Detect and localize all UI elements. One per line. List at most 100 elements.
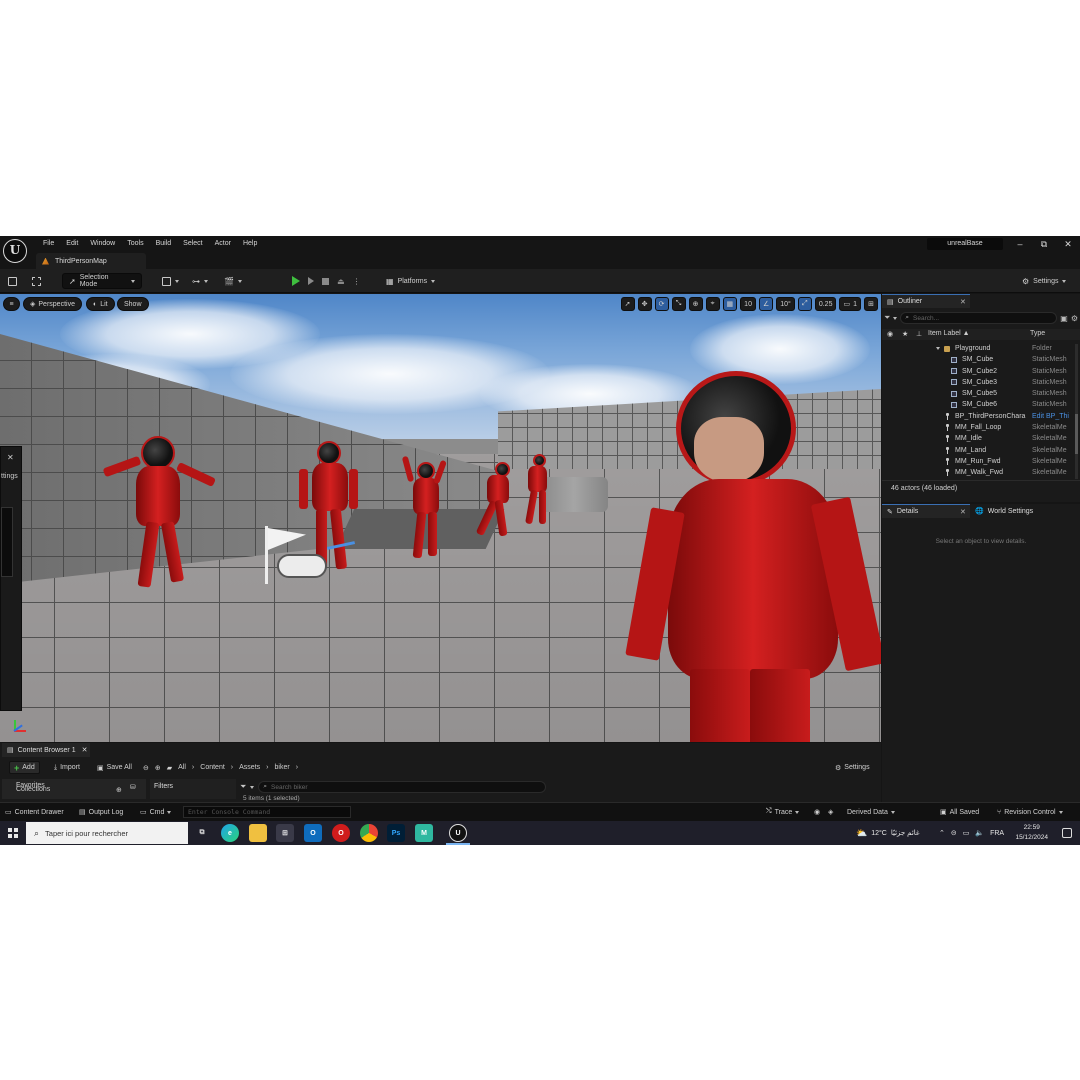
breadcrumb-assets[interactable]: Assets xyxy=(239,764,260,771)
outliner-row-skeletal[interactable]: MM_Run_Fwd SkeletalMe xyxy=(882,456,1080,467)
eject-icon[interactable]: ⏏ xyxy=(337,277,345,286)
star-icon[interactable]: ★ xyxy=(902,330,908,338)
show-button[interactable]: Show xyxy=(117,297,149,311)
minimize-button[interactable]: – xyxy=(1008,237,1032,251)
task-view-icon[interactable]: ⧉ xyxy=(193,824,211,842)
select-tool-icon[interactable]: ➚ xyxy=(620,297,635,311)
grid-snap-value[interactable]: 10 xyxy=(740,297,756,311)
breadcrumb-all[interactable]: All xyxy=(178,764,186,771)
move-tool-icon[interactable]: ✥ xyxy=(637,297,652,311)
opera-icon[interactable]: O xyxy=(332,824,350,842)
derived-data-dropdown[interactable]: Derived Data xyxy=(847,805,895,819)
tab-world-settings[interactable]: 🌐 World Settings xyxy=(970,504,1080,518)
display-icon[interactable]: ▭ xyxy=(963,829,970,837)
biker-character-selected[interactable] xyxy=(625,369,881,742)
language-indicator[interactable]: FRA xyxy=(990,830,1004,837)
outliner-row-mesh[interactable]: SM_Cube StaticMesh xyxy=(882,354,1080,365)
output-log-button[interactable]: ▤ Output Log xyxy=(79,805,123,819)
outliner-row-mesh[interactable]: SM_Cube5 StaticMesh xyxy=(882,388,1080,399)
add-button[interactable]: + Add xyxy=(9,761,40,774)
play-button[interactable] xyxy=(292,276,300,286)
visibility-icon[interactable]: ◉ xyxy=(887,330,893,338)
console-command-input[interactable]: Enter Console Command xyxy=(183,806,351,818)
outliner-row-skeletal[interactable]: MM_Land SkeletalMe xyxy=(882,445,1080,456)
chevron-down-icon[interactable] xyxy=(250,785,255,789)
advance-frame-button[interactable] xyxy=(308,277,314,285)
back-icon[interactable]: ⊖ xyxy=(143,764,149,772)
collections-label[interactable]: Collections xyxy=(16,786,50,793)
menu-actor[interactable]: Actor xyxy=(209,238,237,250)
close-icon[interactable]: ✕ xyxy=(960,298,966,306)
content-settings-button[interactable]: ⚙ Settings xyxy=(831,761,874,774)
add-content-button[interactable] xyxy=(162,273,179,289)
add-collection-icon[interactable]: ⊕ xyxy=(116,786,122,794)
tab-outliner[interactable]: ▤ Outliner ✕ xyxy=(882,294,970,308)
browse-level-button[interactable] xyxy=(32,273,41,289)
taskbar-search-input[interactable]: ⌕ Taper ici pour rechercher xyxy=(26,822,188,844)
network-icon[interactable]: ⊝ xyxy=(951,829,957,837)
biker-character-4[interactable] xyxy=(475,460,515,540)
chevron-down-icon[interactable] xyxy=(893,316,898,320)
collections-settings-icon[interactable]: ⛁ xyxy=(130,783,136,791)
notifications-icon[interactable] xyxy=(1062,828,1072,838)
layout-icon[interactable]: ⊞ xyxy=(864,297,878,311)
menu-build[interactable]: Build xyxy=(150,238,178,250)
asset-search-input[interactable]: ⌕ Search biker xyxy=(258,781,546,793)
all-saved-button[interactable]: ▣ All Saved xyxy=(940,805,979,819)
platforms-dropdown[interactable]: ▦ Platforms xyxy=(386,273,436,289)
chevron-down-icon[interactable] xyxy=(936,347,940,350)
cinematics-button[interactable]: 🎬 xyxy=(224,273,242,289)
lit-button[interactable]: ◐ Lit xyxy=(86,297,115,311)
save-current-button[interactable] xyxy=(8,273,17,289)
world-space-icon[interactable]: ⊕ xyxy=(688,297,703,311)
selection-mode-dropdown[interactable]: ➚ Selection Mode xyxy=(62,273,142,289)
settings-dropdown[interactable]: ⚙ Settings xyxy=(1022,273,1067,289)
cmd-dropdown[interactable]: ▭ Cmd xyxy=(140,805,172,819)
tab-third-person-map[interactable]: ThirdPersonMap xyxy=(36,253,146,269)
record-icon[interactable]: ◉ xyxy=(814,805,820,819)
menu-help[interactable]: Help xyxy=(237,238,263,250)
close-icon[interactable]: ✕ xyxy=(960,508,966,516)
rotation-snap-value[interactable]: 10° xyxy=(776,297,795,311)
windows-start-icon[interactable] xyxy=(8,828,18,838)
unreal-taskbar-icon[interactable]: U xyxy=(449,824,467,842)
scale-snap-value[interactable]: 0.25 xyxy=(814,297,837,311)
player-start-icon[interactable] xyxy=(265,526,356,586)
trace-dropdown[interactable]: ⤭ Trace xyxy=(766,805,800,819)
unreal-logo-icon[interactable]: U xyxy=(3,239,27,263)
surface-snap-icon[interactable]: ⌖ xyxy=(705,297,720,311)
menu-tools[interactable]: Tools xyxy=(121,238,149,250)
column-type[interactable]: Type xyxy=(1030,330,1045,337)
revision-control-dropdown[interactable]: ⑂ Revision Control xyxy=(997,805,1063,819)
close-button[interactable]: ✕ xyxy=(1056,237,1080,251)
content-drawer-button[interactable]: ▭ Content Drawer xyxy=(5,805,64,819)
filter-icon[interactable]: ⏷ xyxy=(884,313,890,323)
pin-icon[interactable]: ⊥ xyxy=(916,330,922,338)
save-all-button[interactable]: ▣ Save All xyxy=(93,761,136,774)
breadcrumb-content[interactable]: Content xyxy=(200,764,225,771)
camera-speed-button[interactable]: ▭ 1 xyxy=(839,297,861,311)
close-icon[interactable]: ✕ xyxy=(82,746,88,754)
edit-blueprint-link[interactable]: Edit BP_Thi xyxy=(1032,411,1069,422)
forward-icon[interactable]: ⊕ xyxy=(155,764,161,772)
rotate-tool-icon[interactable]: ⟳ xyxy=(654,297,669,311)
play-options-icon[interactable]: ⋮ xyxy=(353,277,361,286)
chevron-up-icon[interactable]: ⌃ xyxy=(939,829,945,837)
column-item-label[interactable]: Item Label ▲ xyxy=(928,330,970,337)
viewport-options-button[interactable]: ≡ xyxy=(3,297,20,311)
outliner-row-mesh[interactable]: SM_Cube6 StaticMesh xyxy=(882,399,1080,410)
outliner-scrollbar[interactable] xyxy=(1075,344,1078,479)
maya-icon[interactable]: M xyxy=(415,824,433,842)
scale-snap-toggle[interactable]: ⤢ xyxy=(797,297,812,311)
outliner-row-skeletal[interactable]: MM_Fall_Loop SkeletalMe xyxy=(882,422,1080,433)
restore-button[interactable]: ⧉ xyxy=(1032,237,1056,251)
settings-icon[interactable]: ⚙ xyxy=(1071,314,1078,323)
panel-close-icon[interactable]: ✕ xyxy=(7,453,14,462)
store-icon[interactable]: ⊞ xyxy=(276,824,294,842)
scale-tool-icon[interactable]: ⤡ xyxy=(671,297,686,311)
menu-window[interactable]: Window xyxy=(84,238,121,250)
volume-icon[interactable]: 🔈 xyxy=(975,829,984,837)
biker-character-1[interactable] xyxy=(98,434,218,609)
outliner-row-blueprint[interactable]: BP_ThirdPersonChara Edit BP_Thi xyxy=(882,411,1080,422)
grid-snap-toggle[interactable]: ▦ xyxy=(722,297,738,311)
